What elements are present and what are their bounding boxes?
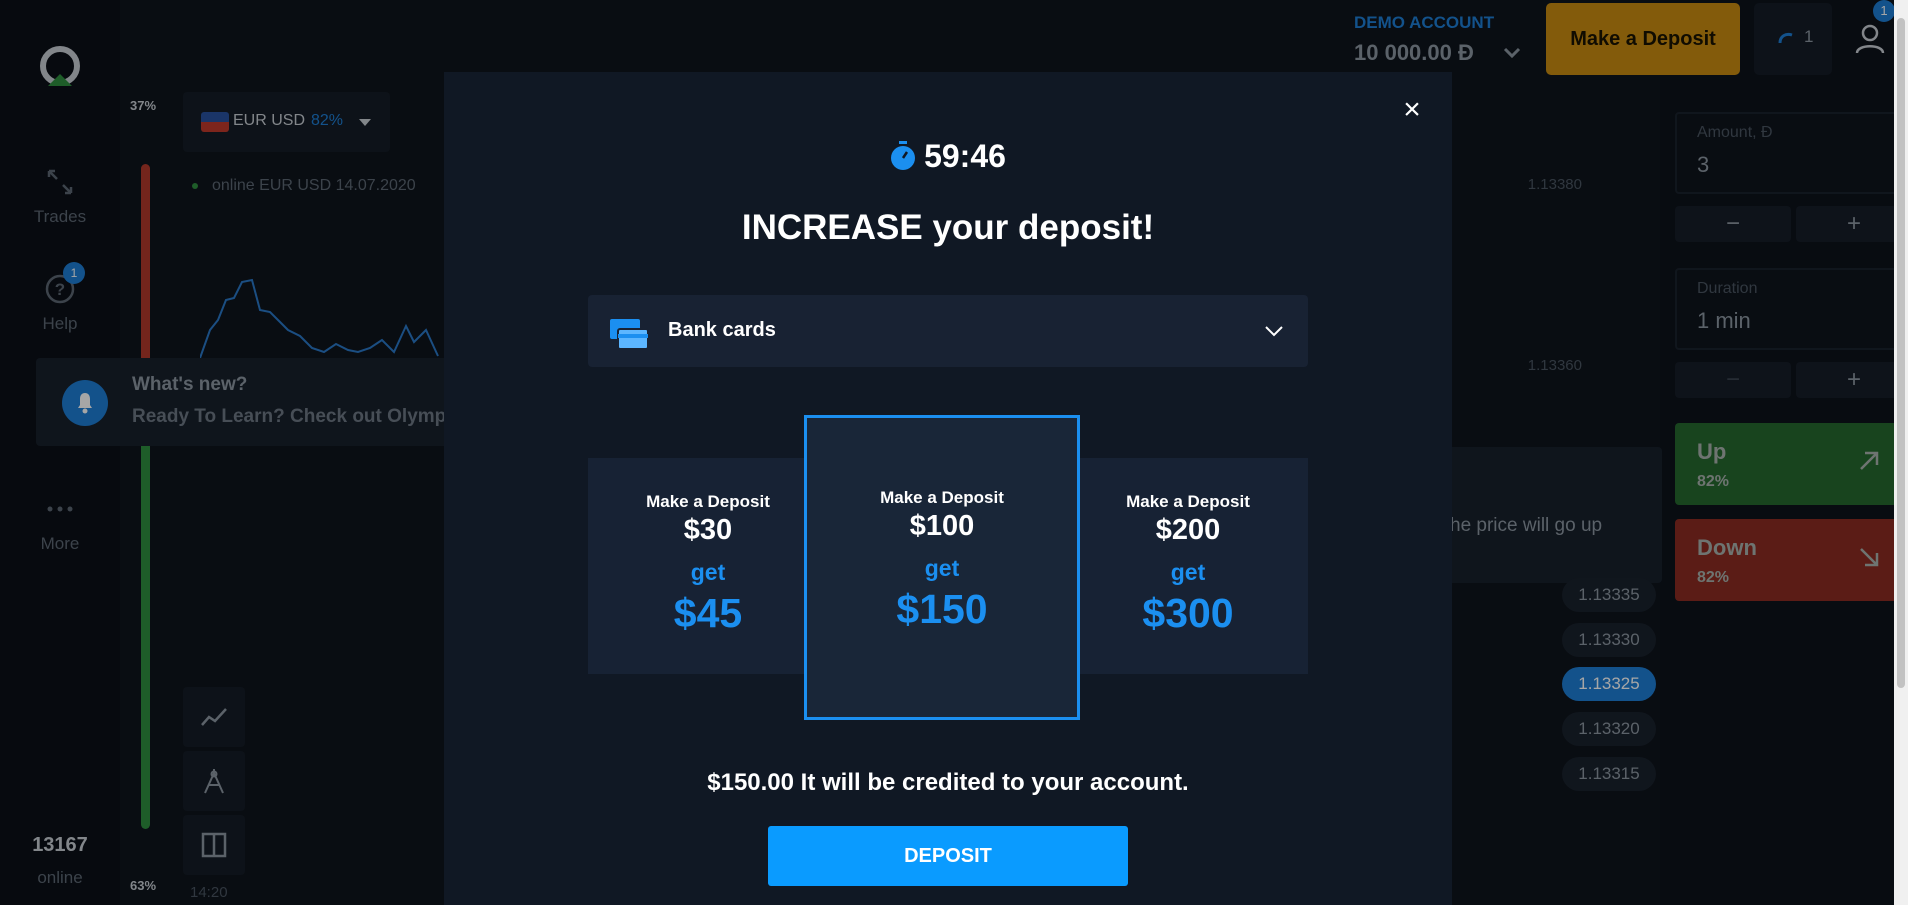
countdown-timer: 59:46: [444, 138, 1452, 175]
offer-amount: $30: [683, 514, 733, 546]
stopwatch-icon: [891, 141, 916, 170]
offer-bonus: $300: [1142, 590, 1234, 636]
deposit-offer-30[interactable]: Make a Deposit $30 get $45: [588, 458, 828, 674]
offer-pre-label: Make a Deposit: [1126, 492, 1250, 511]
chevron-down-icon: [1265, 326, 1283, 337]
timer-value: 59:46: [924, 138, 1006, 174]
offer-get-label: get: [1170, 559, 1206, 585]
offer-pre-label: Make a Deposit: [880, 488, 1004, 507]
deposit-button[interactable]: DEPOSIT: [768, 826, 1128, 886]
close-button[interactable]: ×: [1398, 95, 1426, 125]
offer-bonus: $45: [673, 590, 743, 636]
credit-note: $150.00 It will be credited to your acco…: [707, 769, 1189, 796]
offer-amount: $100: [909, 510, 975, 542]
modal-title: INCREASE your deposit!: [741, 208, 1155, 247]
payment-method-select[interactable]: Bank cards: [588, 295, 1308, 367]
increase-deposit-modal: × 59:46 INCREASE your deposit! Bank card…: [444, 72, 1452, 905]
scrollbar-thumb[interactable]: [1897, 18, 1905, 688]
offer-get-label: get: [690, 559, 726, 585]
deposit-offer-100-selected[interactable]: Make a Deposit $100 get $150: [804, 415, 1080, 720]
deposit-offer-200[interactable]: Make a Deposit $200 get $300: [1068, 458, 1308, 674]
payment-method-label: Bank cards: [668, 319, 776, 341]
offer-get-label: get: [924, 555, 960, 581]
bank-cards-icon: [610, 319, 649, 350]
offer-amount: $200: [1155, 514, 1221, 546]
offer-pre-label: Make a Deposit: [646, 492, 770, 511]
offer-bonus: $150: [896, 586, 988, 632]
